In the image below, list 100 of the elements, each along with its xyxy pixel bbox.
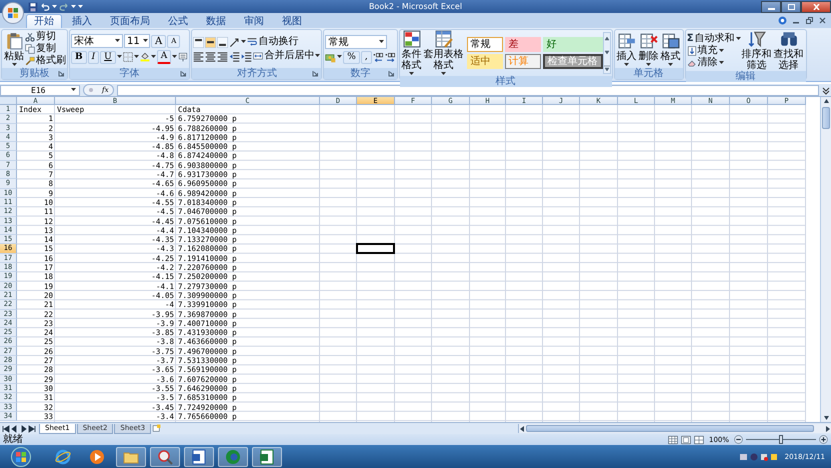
dialog-launcher-icon[interactable] [58,70,65,77]
start-button[interactable] [10,446,32,466]
redo-icon [59,2,69,12]
vertical-scrollbar[interactable] [820,97,831,422]
close-icon[interactable] [819,17,826,24]
cell-style-option[interactable]: 适中 [466,54,503,69]
caret-icon [142,39,148,43]
gallery-scrollbar[interactable] [602,32,611,74]
ribbon-tab[interactable]: 开始 [26,14,62,28]
cell-style-option[interactable]: 好 [542,37,603,52]
fill-bucket-icon [140,52,150,62]
sort-filter-button[interactable]: 排序和筛选 [740,30,773,71]
tray-icons-drawing[interactable] [738,452,779,462]
wrap-icon [247,37,258,47]
scrollbar-thumb[interactable] [822,107,830,129]
format-cells-icon [662,32,680,50]
ribbon-tab[interactable]: 公式 [160,14,196,28]
caret-icon [116,55,122,59]
maximize-button[interactable] [781,0,801,12]
percent-button[interactable]: % [343,50,360,64]
cut-button[interactable]: 剪切 [25,31,66,43]
format-as-table-button[interactable]: 套用表格格式 [422,30,465,76]
group-label: 单元格 [634,68,664,79]
close-button[interactable] [801,0,831,12]
comma-button[interactable]: , [360,50,372,64]
font-name-dropdown[interactable]: 宋体 [71,34,123,48]
window-title: Book2 - Microsoft Excel [368,2,462,11]
cell-style-option[interactable]: 差 [504,37,541,52]
format-cells-button[interactable]: 格式 [660,32,682,66]
paste-button[interactable]: 粘贴 [3,32,25,66]
page-break-view-icon [694,434,704,444]
color-grid-icon [402,30,421,48]
indent-left-icon [229,50,240,62]
taskbar-app[interactable] [252,446,282,466]
ribbon-tab[interactable]: 审阅 [236,14,272,28]
scroll-right-icon[interactable] [824,424,831,432]
lines-bottom-icon [217,36,228,48]
sheet-navigation-icon[interactable] [2,424,38,432]
name-box[interactable]: E16 [0,84,80,96]
ribbon-tab[interactable]: 视图 [274,14,310,28]
scrollbar-thumb[interactable] [526,425,814,432]
delete-cells-button[interactable]: 删除 [638,32,660,66]
merge-center-button[interactable]: 合并后居中 [253,50,314,62]
caret-icon [150,55,156,59]
cell-style-option[interactable]: 常规 [466,37,503,52]
maximize-icon [788,4,794,10]
magnifier-icon [157,448,173,464]
taskbar-app[interactable] [150,446,180,466]
number-format-dropdown[interactable]: 常规 [325,34,388,48]
underline-button[interactable]: U [100,50,116,64]
caret-icon [115,39,120,43]
border-grid-icon [122,52,133,62]
expand-formula-bar-icon[interactable] [822,86,830,94]
insert-cells-icon [618,32,636,50]
save-icon [28,2,38,12]
normal-view-icon [668,434,678,444]
caret-icon [379,40,384,44]
grow-font-button[interactable]: A [151,34,166,48]
taskbar-app[interactable] [218,446,248,466]
minimize-button[interactable] [761,0,781,12]
merge-icon [253,51,264,61]
binoculars-icon [780,30,798,48]
format-painter-button[interactable]: 格式刷 [25,55,66,67]
conditional-formatting-button[interactable]: 条件格式 [400,30,423,76]
taskbar-app[interactable] [184,446,214,466]
formula-input[interactable] [116,84,819,96]
dialog-launcher-icon[interactable] [180,70,188,77]
wrap-text-button[interactable]: 自动换行 [247,36,298,48]
zoom-slider-thumb[interactable] [779,435,783,444]
ribbon-tab[interactable]: 数据 [198,14,234,28]
status-text: 就绪 [3,434,23,445]
play-icon [89,448,105,464]
active-cell[interactable] [356,243,395,254]
font-size-dropdown[interactable]: 11 [124,34,150,48]
insert-cells-button[interactable]: 插入 [616,32,638,66]
autosum-button[interactable]: Σ 自动求和 [686,32,741,44]
bold-button[interactable]: B [71,50,87,64]
globe-icon [225,448,241,464]
group-label: 剪贴板 [20,68,50,79]
sort-funnel-icon [748,30,766,48]
horizontal-scrollbar[interactable] [518,424,831,433]
caret-icon [241,40,246,44]
find-select-button[interactable]: 查找和选择 [772,30,805,71]
italic-button[interactable]: I [88,50,100,64]
caret-icon [718,60,724,64]
dialog-launcher-icon[interactable] [312,70,320,77]
browser-icon [55,448,71,464]
decimal-increase-icon [372,52,384,62]
ribbon-tab[interactable]: 页面布局 [102,14,158,28]
dialog-launcher-icon[interactable] [388,70,395,77]
scissors-icon [25,32,35,42]
caret-icon [718,48,724,52]
fill-button[interactable]: 填充 [686,44,741,56]
ribbon-tab[interactable]: 插入 [64,14,100,28]
caret-icon [134,55,139,59]
copy-button[interactable]: 复制 [25,43,66,55]
font-color-button[interactable]: A [156,50,172,64]
clear-button[interactable]: 清除 [686,56,741,68]
restore-icon[interactable] [806,17,813,24]
group-label: 样式 [496,76,516,87]
